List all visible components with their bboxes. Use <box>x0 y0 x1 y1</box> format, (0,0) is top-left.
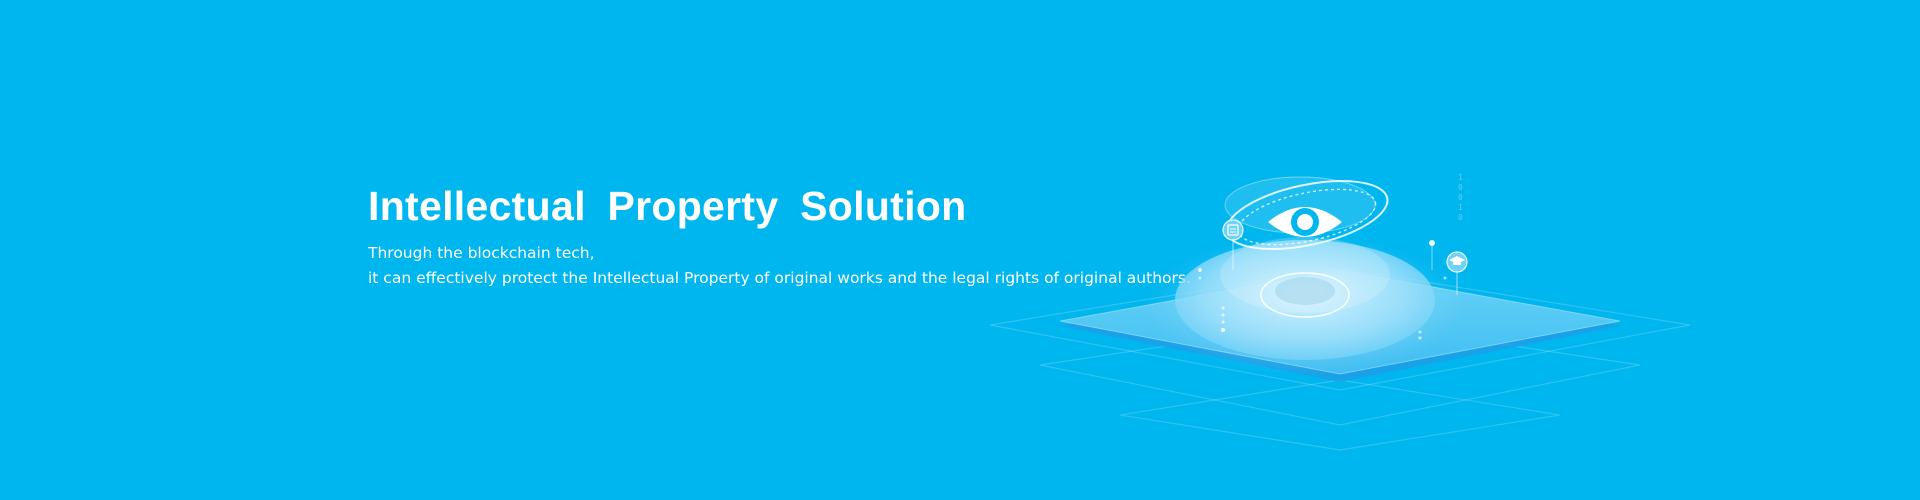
ip-protection-illustration: 1 0 0 1 0 <box>989 173 1691 451</box>
svg-text:0: 0 <box>1458 193 1463 202</box>
hero-banner: Intellectual Property Solution Through t… <box>0 0 1920 500</box>
svg-text:1: 1 <box>1458 203 1463 212</box>
glow-disc <box>1145 235 1465 375</box>
svg-text:1: 1 <box>1458 173 1463 182</box>
binary-digits: 1 0 0 1 0 <box>1458 173 1463 222</box>
svg-text:0: 0 <box>1458 183 1463 192</box>
svg-text:0: 0 <box>1458 213 1463 222</box>
